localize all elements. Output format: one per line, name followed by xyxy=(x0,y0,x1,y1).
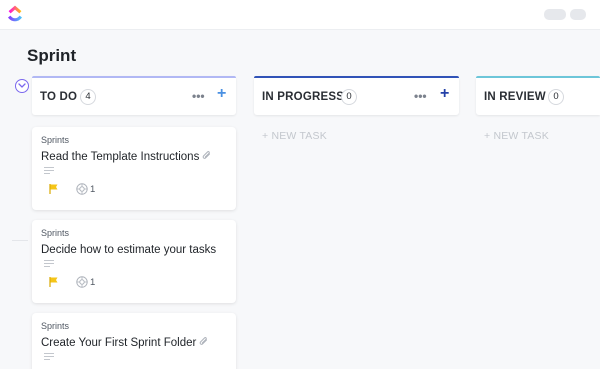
column-count-badge: 0 xyxy=(548,89,564,105)
top-bar xyxy=(0,0,600,30)
attachment-icon xyxy=(202,151,211,159)
more-icon[interactable]: ••• xyxy=(192,89,205,103)
new-task-button[interactable]: + NEW TASK xyxy=(484,130,549,142)
clickup-logo-icon[interactable] xyxy=(6,5,24,23)
flag-icon[interactable] xyxy=(49,184,58,194)
new-task-button[interactable]: + NEW TASK xyxy=(262,130,327,142)
card-title[interactable]: Create Your First Sprint Folder xyxy=(41,337,209,349)
plus-icon[interactable]: + xyxy=(217,85,226,103)
column-header-in-review: IN REVIEW 0 xyxy=(476,76,600,115)
column-title: TO DO xyxy=(40,91,78,103)
description-icon xyxy=(44,167,54,174)
card-title-text: Read the Template Instructions xyxy=(41,151,200,163)
collapse-button[interactable] xyxy=(15,79,29,93)
card-title[interactable]: Read the Template Instructions xyxy=(41,151,212,163)
card-list-name: Sprints xyxy=(41,228,70,238)
attachment-icon xyxy=(199,337,208,345)
description-icon xyxy=(44,260,54,267)
card-title-text: Create Your First Sprint Folder xyxy=(41,337,197,349)
column-count-badge: 0 xyxy=(341,89,357,105)
status-bar xyxy=(476,76,600,78)
column-count-badge: 4 xyxy=(80,89,96,105)
toolbar-pill[interactable] xyxy=(570,9,586,20)
card-title[interactable]: Decide how to estimate your tasks xyxy=(41,244,216,256)
flag-icon[interactable] xyxy=(49,277,58,287)
divider xyxy=(12,240,28,241)
chevron-down-icon xyxy=(18,83,26,88)
task-card[interactable]: Sprints Decide how to estimate your task… xyxy=(32,220,236,303)
card-list-name: Sprints xyxy=(41,135,70,145)
column-header-todo: TO DO 4 ••• + xyxy=(32,76,236,115)
column-title: IN PROGRESS xyxy=(262,91,345,103)
description-icon xyxy=(44,353,54,360)
task-card[interactable]: Sprints Read the Template Instructions 1 xyxy=(32,127,236,210)
column-header-in-progress: IN PROGRESS 0 ••• + xyxy=(254,76,459,115)
subtask-icon[interactable] xyxy=(76,183,88,195)
subtask-count: 1 xyxy=(90,277,96,288)
status-bar xyxy=(254,76,459,78)
subtask-icon[interactable] xyxy=(76,276,88,288)
task-card[interactable]: Sprints Create Your First Sprint Folder xyxy=(32,313,236,369)
status-bar xyxy=(32,76,236,78)
more-icon[interactable]: ••• xyxy=(414,89,427,103)
plus-icon[interactable]: + xyxy=(440,85,449,103)
toolbar-pill[interactable] xyxy=(544,9,566,20)
page-title: Sprint xyxy=(27,46,77,65)
card-list-name: Sprints xyxy=(41,321,70,331)
column-title: IN REVIEW xyxy=(484,91,546,103)
subtask-count: 1 xyxy=(90,184,96,195)
